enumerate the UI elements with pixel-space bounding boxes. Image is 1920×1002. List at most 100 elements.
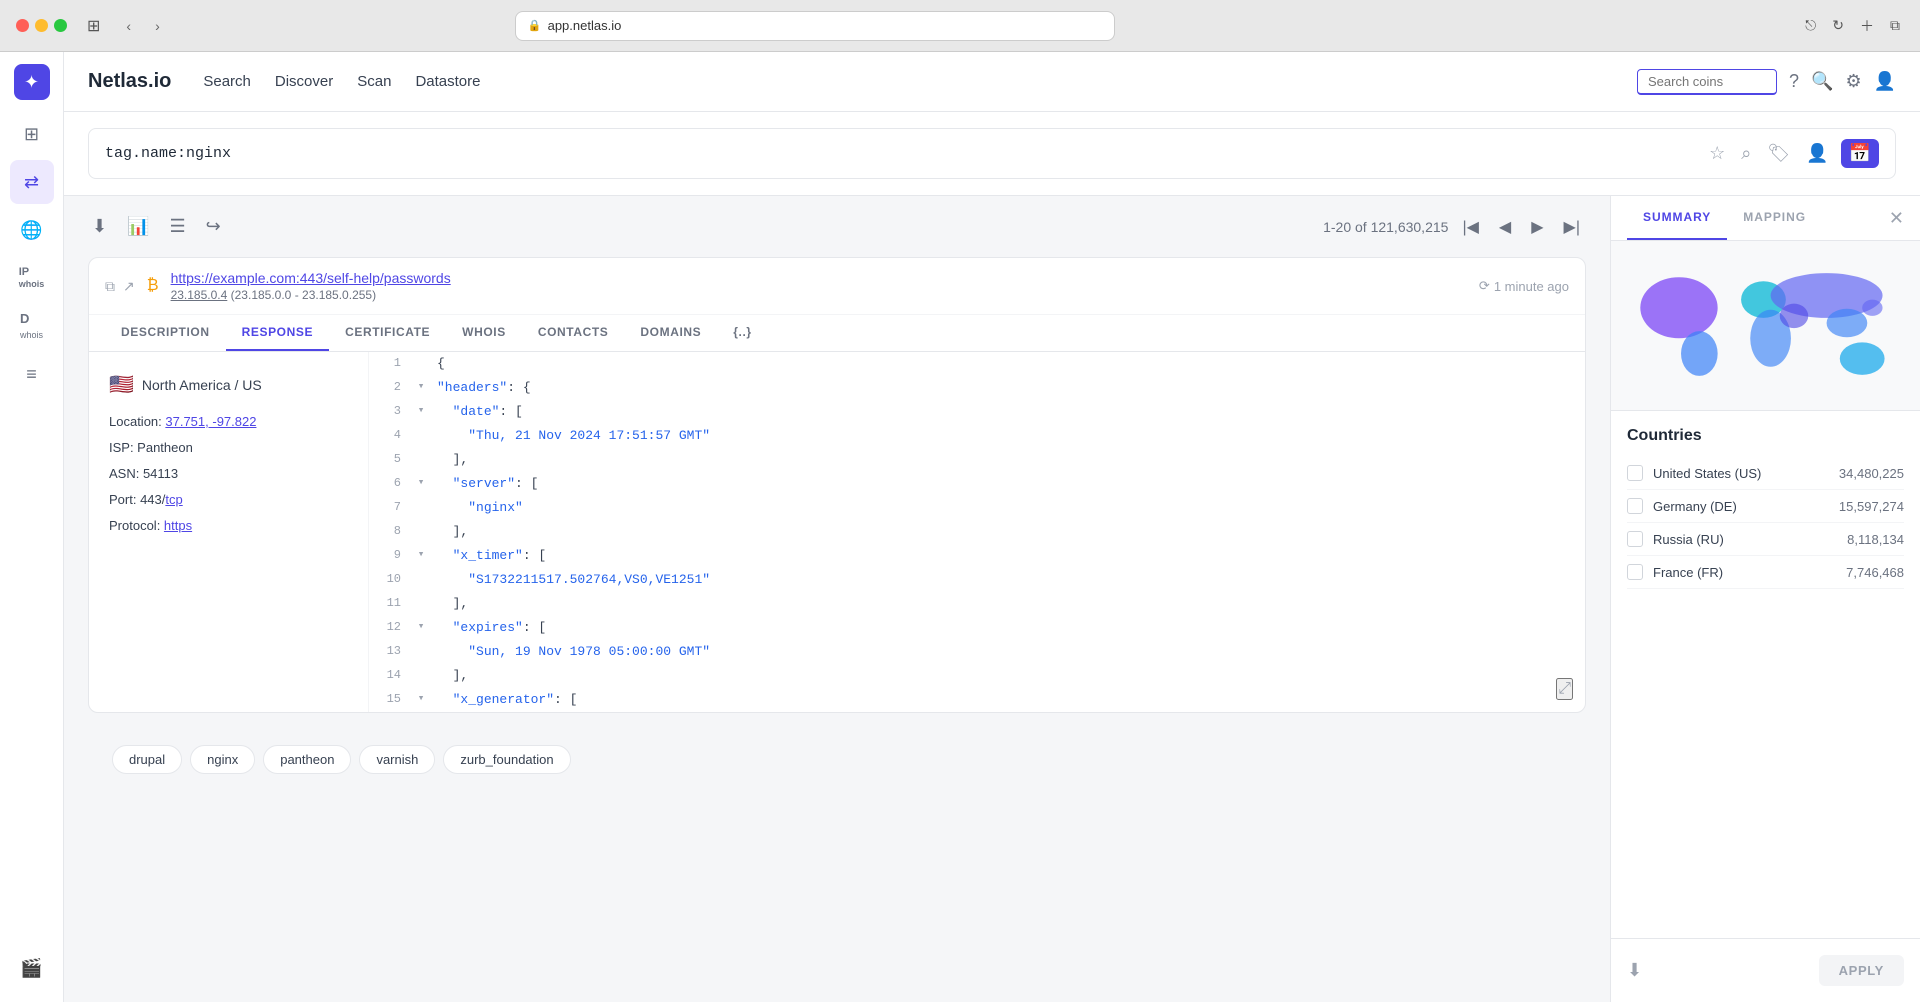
expand-json-button[interactable]: ⤢ [1556, 678, 1573, 700]
app-logo-icon: ✦ [14, 64, 50, 100]
bitcoin-icon: ₿ [147, 277, 159, 295]
sidebar-item-ip-whois[interactable]: IPwhois [10, 256, 54, 300]
tcp-link[interactable]: tcp [165, 492, 182, 507]
location-coords-link[interactable]: 37.751, -97.822 [165, 414, 256, 429]
tag-pantheon[interactable]: pantheon [263, 745, 351, 774]
calendar-button[interactable]: 📅 [1841, 139, 1879, 168]
country-row-fr: France (FR) 7,746,468 [1627, 556, 1904, 589]
country-name-de: Germany (DE) [1653, 499, 1829, 514]
list-view-button[interactable]: ☰ [166, 212, 190, 241]
json-line-14: 14 ], [369, 664, 1585, 688]
main-content: Netlas.io Search Discover Scan Datastore… [64, 52, 1920, 1002]
tab-description[interactable]: DESCRIPTION [105, 315, 226, 351]
prev-page-button[interactable]: ◀ [1493, 213, 1517, 241]
country-row-us: United States (US) 34,480,225 [1627, 457, 1904, 490]
results-area: ⬇ 📊 ☰ ↪ 1-20 of 121,630,215 |◀ ◀ ▶ ▶| [64, 196, 1920, 1002]
country-checkbox-de[interactable] [1627, 498, 1643, 514]
pagination-info: 1-20 of 121,630,215 |◀ ◀ ▶ ▶| [1323, 213, 1586, 241]
sidebar-item-list[interactable]: ≡ [10, 352, 54, 396]
search-section: tag.name:nginx ☆ ⌕ 🏷 👤 📅 [64, 112, 1920, 196]
country-checkbox-us[interactable] [1627, 465, 1643, 481]
search-input[interactable]: tag.name:nginx [105, 145, 1693, 162]
tab-contacts[interactable]: CONTACTS [522, 315, 625, 351]
maximize-button[interactable] [54, 19, 67, 32]
tag-drupal[interactable]: drupal [112, 745, 182, 774]
share-button[interactable]: ⎋ [1801, 12, 1820, 40]
tag-button[interactable]: 🏷 [1763, 139, 1794, 168]
last-page-button[interactable]: ▶| [1558, 213, 1586, 241]
panel-tab-mapping[interactable]: MAPPING [1727, 196, 1822, 240]
external-link-button[interactable]: ↗ [123, 278, 135, 295]
tag-varnish[interactable]: varnish [359, 745, 435, 774]
bookmark-button[interactable]: ☆ [1705, 139, 1729, 168]
person-button[interactable]: 👤 [1802, 139, 1832, 168]
sidebar-toggle-button[interactable]: ⊞ [79, 12, 108, 40]
dns-icon: ⇄ [24, 172, 39, 193]
apply-button[interactable]: APPLY [1819, 955, 1904, 986]
flag-icon: 🇺🇸 [109, 372, 134, 397]
nav-discover[interactable]: Discover [275, 69, 333, 94]
right-panel: SUMMARY MAPPING ✕ [1610, 196, 1920, 1002]
minimize-button[interactable] [35, 19, 48, 32]
next-page-button[interactable]: ▶ [1525, 213, 1549, 241]
user-button[interactable]: 👤 [1874, 71, 1896, 92]
settings-button[interactable]: ⚙ [1845, 71, 1861, 92]
copy-button[interactable]: ⧉ [105, 278, 115, 295]
sidebar-item-media[interactable]: 🎬 [10, 946, 54, 990]
nav-scan[interactable]: Scan [357, 69, 391, 94]
result-url-link[interactable]: https://example.com:443/self-help/passwo… [171, 270, 451, 286]
panel-download-button[interactable]: ⬇ [1627, 960, 1642, 981]
country-checkbox-ru[interactable] [1627, 531, 1643, 547]
media-icon: 🎬 [20, 958, 42, 979]
chart-button[interactable]: 📊 [123, 212, 153, 241]
tab-certificate[interactable]: CERTIFICATE [329, 315, 446, 351]
browser-actions: ⎋ ↻ ＋ ⧉ [1801, 12, 1904, 40]
left-sidebar: ✦ ⊞ ⇄ 🌐 IPwhois Dwhois ≡ 🎬 [0, 52, 64, 1002]
new-tab-button[interactable]: ＋ [1856, 12, 1878, 40]
search-type-button[interactable]: ⌕ [1737, 139, 1755, 168]
sidebar-item-dns[interactable]: ⇄ [10, 160, 54, 204]
https-link[interactable]: https [164, 518, 192, 533]
tab-domains[interactable]: DOMAINS [624, 315, 717, 351]
nav-search[interactable]: Search [203, 69, 251, 94]
country-count-ru: 8,118,134 [1847, 532, 1904, 547]
app-container: ✦ ⊞ ⇄ 🌐 IPwhois Dwhois ≡ 🎬 Netlas.io [0, 52, 1920, 1002]
panel-tab-summary[interactable]: SUMMARY [1627, 196, 1727, 240]
result-time: ⟳ 1 minute ago [1479, 278, 1569, 294]
json-line-4: 4 "Thu, 21 Nov 2024 17:51:57 GMT" [369, 424, 1585, 448]
time-icon: ⟳ [1479, 278, 1490, 294]
result-tabs: DESCRIPTION RESPONSE CERTIFICATE WHOIS C… [89, 315, 1585, 352]
result-ip-link[interactable]: 23.185.0.4 [171, 288, 228, 302]
results-count: 1-20 of 121,630,215 [1323, 219, 1448, 235]
search-coins-input[interactable] [1637, 69, 1777, 95]
tag-zurb-foundation[interactable]: zurb_foundation [443, 745, 570, 774]
reload-button[interactable]: ↻ [1828, 12, 1848, 40]
tab-whois[interactable]: WHOIS [446, 315, 522, 351]
help-button[interactable]: ? [1789, 71, 1799, 92]
close-button[interactable] [16, 19, 29, 32]
results-toolbar: ⬇ 📊 ☰ ↪ 1-20 of 121,630,215 |◀ ◀ ▶ ▶| [88, 212, 1586, 241]
forward-button[interactable]: › [149, 14, 166, 38]
panel-tabs: SUMMARY MAPPING ✕ [1611, 196, 1920, 241]
download-button[interactable]: ⬇ [88, 212, 111, 241]
top-nav: Netlas.io Search Discover Scan Datastore… [64, 52, 1920, 112]
address-bar: 🔒 app.netlas.io [515, 11, 1115, 41]
sidebar-item-domain[interactable]: Dwhois [10, 304, 54, 348]
panel-close-button[interactable]: ✕ [1889, 208, 1904, 229]
countries-title: Countries [1627, 427, 1904, 445]
sidebar-item-global[interactable]: 🌐 [10, 208, 54, 252]
split-view-button[interactable]: ⧉ [1886, 12, 1904, 40]
back-button[interactable]: ‹ [120, 14, 137, 38]
panel-content: Countries United States (US) 34,480,225 … [1611, 241, 1920, 938]
app-logo[interactable]: Netlas.io [88, 70, 171, 93]
first-page-button[interactable]: |◀ [1456, 213, 1484, 241]
country-checkbox-fr[interactable] [1627, 564, 1643, 580]
tab-response[interactable]: RESPONSE [226, 315, 330, 351]
sidebar-item-host[interactable]: ⊞ [10, 112, 54, 156]
tab-raw[interactable]: {..} [717, 315, 767, 351]
nav-datastore[interactable]: Datastore [415, 69, 480, 94]
tag-nginx[interactable]: nginx [190, 745, 255, 774]
share-results-button[interactable]: ↪ [202, 212, 225, 241]
profile-search-button[interactable]: 🔍 [1811, 71, 1833, 92]
result-url-main: https://example.com:443/self-help/passwo… [171, 270, 1467, 286]
